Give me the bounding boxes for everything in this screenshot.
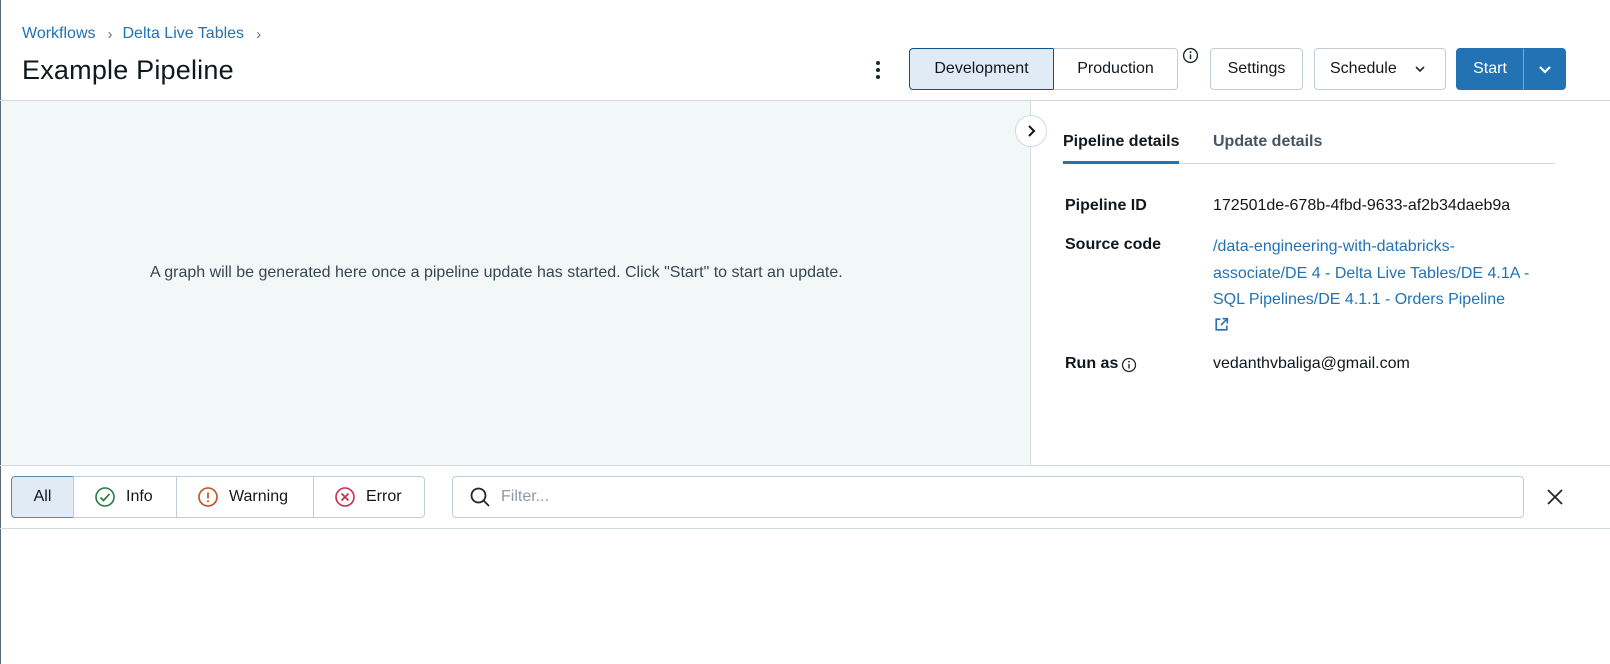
pipeline-id-label: Pipeline ID — [1065, 197, 1147, 214]
source-code-label: Source code — [1065, 236, 1162, 253]
kebab-menu-icon[interactable] — [866, 56, 890, 84]
details-tabs: Pipeline details Update details — [1063, 133, 1555, 164]
source-code-path: /data-engineering-with-databricks-associ… — [1213, 238, 1530, 308]
check-circle-icon — [95, 487, 115, 507]
production-mode-button[interactable]: Production — [1053, 48, 1178, 90]
source-code-link[interactable]: /data-engineering-with-databricks-associ… — [1213, 234, 1543, 340]
close-icon[interactable] — [1543, 485, 1567, 509]
event-log-divider — [0, 528, 1610, 529]
info-icon[interactable] — [1121, 357, 1137, 373]
filter-all-label: All — [33, 488, 52, 505]
filter-all-button[interactable]: All — [11, 476, 74, 518]
breadcrumb: Workflows › Delta Live Tables › — [22, 25, 271, 43]
chevron-right-icon — [1028, 125, 1036, 137]
breadcrumb-separator: › — [107, 25, 113, 43]
external-link-icon — [1215, 318, 1229, 331]
breadcrumb-delta-live-tables[interactable]: Delta Live Tables — [123, 25, 245, 43]
search-icon — [470, 487, 490, 507]
error-circle-icon — [335, 487, 355, 507]
filter-error-label: Error — [366, 488, 402, 505]
chevron-down-icon — [1415, 66, 1425, 73]
start-button[interactable]: Start — [1456, 48, 1524, 90]
filter-info-button[interactable]: Info — [73, 476, 177, 518]
kebab-dot — [876, 68, 880, 72]
graph-empty-message: A graph will be generated here once a pi… — [150, 264, 843, 281]
filter-error-button[interactable]: Error — [313, 476, 425, 518]
warning-circle-icon — [198, 487, 218, 507]
pipeline-graph-canvas[interactable]: A graph will be generated here once a pi… — [1, 101, 1031, 465]
event-filter-search — [452, 476, 1524, 518]
start-dropdown-button[interactable] — [1523, 48, 1566, 90]
kebab-dot — [876, 61, 880, 65]
settings-button[interactable]: Settings — [1210, 48, 1303, 90]
close-x-glyph — [1547, 489, 1563, 505]
breadcrumb-workflows[interactable]: Workflows — [22, 25, 96, 43]
pipeline-id-value: 172501de-678b-4fbd-9633-af2b34daeb9a — [1213, 197, 1511, 214]
tab-pipeline-details[interactable]: Pipeline details — [1063, 133, 1180, 164]
collapse-panel-button[interactable] — [1015, 115, 1047, 147]
breadcrumb-separator: › — [256, 25, 262, 43]
chevron-down-icon — [1538, 66, 1551, 74]
info-icon[interactable] — [1182, 47, 1199, 64]
run-as-label: Run as — [1065, 355, 1119, 372]
filter-warning-label: Warning — [229, 488, 288, 505]
schedule-button[interactable]: Schedule — [1314, 48, 1446, 90]
filter-input[interactable] — [501, 488, 1481, 506]
filter-info-label: Info — [126, 488, 153, 505]
development-mode-button[interactable]: Development — [909, 48, 1054, 90]
filter-warning-button[interactable]: Warning — [176, 476, 314, 518]
run-as-value: vedanthvbaliga@gmail.com — [1213, 355, 1410, 372]
tab-update-details[interactable]: Update details — [1213, 133, 1322, 164]
panel-divider — [0, 465, 1610, 466]
kebab-dot — [876, 75, 880, 79]
schedule-label: Schedule — [1330, 60, 1397, 77]
page-title: Example Pipeline — [22, 55, 234, 85]
